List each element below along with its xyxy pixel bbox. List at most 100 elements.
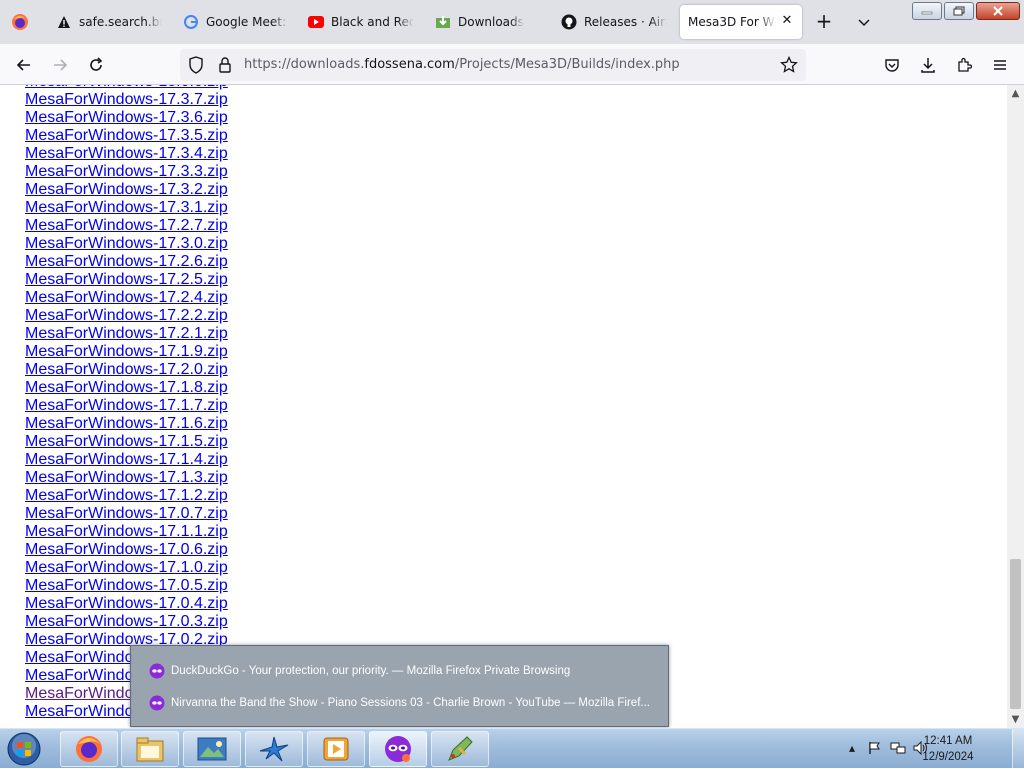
download-link[interactable]: MesaForWindows-17.3.0.zip: [25, 235, 228, 252]
download-link[interactable]: MesaForWindows-17.3.7.zip: [25, 91, 228, 108]
warning-icon: [56, 14, 72, 30]
hamburger-menu-icon: [994, 60, 1006, 70]
forward-button[interactable]: [48, 53, 72, 77]
download-link[interactable]: MesaForWindows-17.3.1.zip: [25, 199, 228, 216]
list-item: MesaForWindows-17.3.1.zip: [25, 199, 228, 217]
network-icon[interactable]: [889, 739, 907, 757]
firefox-view-button[interactable]: [8, 10, 32, 34]
download-link[interactable]: MesaForWindows-17.0.5.zip: [25, 577, 228, 594]
download-link[interactable]: MesaForWindows-17.2.6.zip: [25, 253, 228, 270]
extensions-button[interactable]: [952, 53, 976, 77]
new-tab-button[interactable]: +: [812, 10, 836, 34]
download-link-list: MesaForWindows-18.0.0.zipMesaForWindows-…: [25, 85, 228, 721]
media-player-icon: [323, 737, 349, 761]
download-link[interactable]: MesaForWindows-17.1.2.zip: [25, 487, 228, 504]
list-item: MesaForWindows-17.1.3.zip: [25, 469, 228, 487]
tab-mesa3d-active[interactable]: Mesa3D For Wind ✕: [680, 5, 802, 39]
action-center-flag-icon[interactable]: [866, 739, 884, 757]
vertical-scrollbar[interactable]: ▲ ▼: [1007, 85, 1024, 728]
start-button[interactable]: [4, 730, 44, 768]
tab-github-releases[interactable]: Releases · Aira-S: [553, 5, 675, 39]
download-link[interactable]: MesaForWindows-17.1.1.zip: [25, 523, 228, 540]
download-link[interactable]: MesaForWindows-17.1.3.zip: [25, 469, 228, 486]
download-link[interactable]: MesaForWindows-17.3.2.zip: [25, 181, 228, 198]
download-link[interactable]: MesaForWindows-17.1.8.zip: [25, 379, 228, 396]
download-link[interactable]: MesaForWindows-17.0.6.zip: [25, 541, 228, 558]
scrollbar-thumb[interactable]: [1010, 559, 1021, 709]
tab-label: Mesa3D For Wind: [688, 15, 776, 29]
tab-label: Downloads: [458, 15, 524, 29]
taskbar-app-bird[interactable]: [245, 731, 303, 767]
download-link[interactable]: MesaForWindows-17.2.0.zip: [25, 361, 228, 378]
tracking-protection-shield-icon[interactable]: [188, 56, 204, 78]
scroll-down-icon[interactable]: ▼: [1010, 714, 1021, 725]
lock-icon[interactable]: [218, 56, 232, 78]
list-item: MesaForWindows-17.3.7.zip: [25, 91, 228, 109]
reload-button[interactable]: [84, 53, 108, 77]
taskbar-app-image-viewer[interactable]: [183, 731, 241, 767]
tab-google-meet[interactable]: Google Meet: C: [175, 5, 297, 39]
download-link[interactable]: MesaForWindows-17.3.4.zip: [25, 145, 228, 162]
list-item: MesaForWindows-17.1.9.zip: [25, 343, 228, 361]
scroll-up-icon[interactable]: ▲: [1010, 88, 1021, 99]
download-link[interactable]: MesaForWindows-17.2.7.zip: [25, 217, 228, 234]
download-link[interactable]: MesaForWindows-17.0.7.zip: [25, 505, 228, 522]
download-link[interactable]: MesaForWindows-17.0.3.zip: [25, 613, 228, 630]
download-link[interactable]: MesaForWindows-17.3.3.zip: [25, 163, 228, 180]
download-link[interactable]: MesaForWindows-17.2.4.zip: [25, 289, 228, 306]
download-link[interactable]: MesaForWindows-18.0.0.zip: [25, 85, 228, 90]
download-link[interactable]: MesaForWindows-17.2.1.zip: [25, 325, 228, 342]
windows-taskbar: ▴ 12:41 AM 12/9/2024: [0, 728, 1024, 769]
download-link[interactable]: MesaForWindows-17.2.5.zip: [25, 271, 228, 288]
download-link[interactable]: MesaForWindo: [25, 685, 133, 702]
list-all-tabs-button[interactable]: [852, 10, 876, 34]
pen-tablet-icon: [448, 736, 473, 761]
bird-app-icon: [259, 736, 289, 762]
tab-downloads[interactable]: Downloads: [427, 5, 549, 39]
minimize-button[interactable]: [912, 2, 942, 20]
bookmark-star-icon[interactable]: [780, 55, 798, 78]
download-link[interactable]: MesaForWindows-17.1.4.zip: [25, 451, 228, 468]
download-link[interactable]: MesaForWindo: [25, 667, 133, 684]
download-link[interactable]: MesaForWindows-17.1.6.zip: [25, 415, 228, 432]
list-item: MesaForWindows-17.3.4.zip: [25, 145, 228, 163]
list-item: MesaForWindows-17.3.3.zip: [25, 163, 228, 181]
back-arrow-icon: [16, 59, 30, 71]
url-prefix: https://downloads.: [244, 57, 365, 72]
pocket-button[interactable]: [880, 53, 904, 77]
download-link[interactable]: MesaForWindows-17.3.5.zip: [25, 127, 228, 144]
close-window-button[interactable]: [976, 2, 1020, 20]
google-icon: [183, 14, 199, 30]
download-link[interactable]: MesaForWindo: [25, 649, 133, 666]
download-link[interactable]: MesaForWindows-17.1.9.zip: [25, 343, 228, 360]
pocket-icon: [885, 59, 899, 72]
back-button[interactable]: [12, 53, 36, 77]
taskbar-app-firefox[interactable]: [60, 731, 118, 767]
show-hidden-icons-button[interactable]: ▴: [843, 739, 861, 757]
popup-window-item-youtube[interactable]: Nirvanna the Band the Show - Piano Sessi…: [149, 693, 650, 713]
taskbar-app-pen-tablet[interactable]: [431, 731, 489, 767]
url-bar[interactable]: https://downloads.fdossena.com/Projects/…: [180, 49, 806, 81]
download-link[interactable]: MesaForWindows-17.0.4.zip: [25, 595, 228, 612]
taskbar-app-explorer[interactable]: [121, 731, 179, 767]
popup-window-item-duckduckgo[interactable]: DuckDuckGo - Your protection, our priori…: [149, 661, 570, 681]
system-clock[interactable]: 12:41 AM 12/9/2024: [916, 733, 980, 765]
download-link[interactable]: MesaForWindows-17.1.5.zip: [25, 433, 228, 450]
taskbar-app-firefox-private[interactable]: [369, 731, 427, 767]
restore-button[interactable]: [944, 2, 974, 20]
list-item: MesaForWindows-17.2.7.zip: [25, 217, 228, 235]
downloads-button[interactable]: [916, 53, 940, 77]
download-link[interactable]: MesaForWindows-17.1.0.zip: [25, 559, 228, 576]
list-item: MesaForWindows-17.3.5.zip: [25, 127, 228, 145]
app-menu-button[interactable]: [988, 53, 1012, 77]
download-link[interactable]: MesaForWindows-17.1.7.zip: [25, 397, 228, 414]
close-tab-icon[interactable]: ✕: [780, 14, 794, 28]
download-link[interactable]: MesaForWindows-17.3.6.zip: [25, 109, 228, 126]
taskbar-app-media-player[interactable]: [307, 731, 365, 767]
tab-youtube[interactable]: Black and Red V: [300, 5, 422, 39]
tab-safe-search[interactable]: safe.search.brave: [48, 5, 170, 39]
clock-time: 12:41 AM: [923, 735, 973, 747]
download-link[interactable]: MesaForWindows-17.2.2.zip: [25, 307, 228, 324]
download-link[interactable]: MesaForWindo: [25, 703, 133, 720]
show-desktop-button[interactable]: [1012, 729, 1024, 769]
